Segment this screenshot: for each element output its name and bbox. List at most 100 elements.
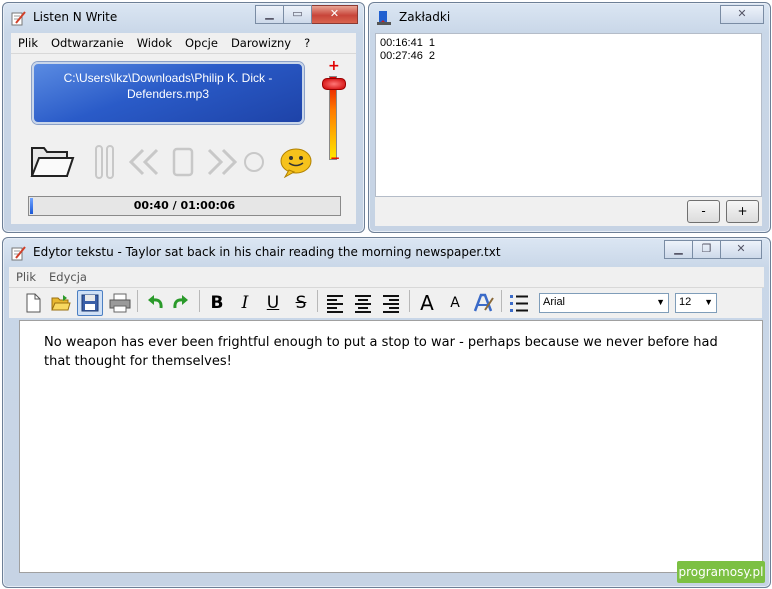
list-item[interactable]: 00:16:41 1 bbox=[376, 37, 761, 50]
restore-button[interactable]: ❐ bbox=[693, 240, 721, 259]
align-left-button[interactable] bbox=[323, 291, 347, 315]
stop-icon[interactable] bbox=[169, 146, 197, 178]
font-family-value: Arial bbox=[543, 296, 566, 308]
menu-darowizny[interactable]: Darowizny bbox=[224, 36, 297, 50]
open-file-button[interactable] bbox=[49, 291, 73, 315]
editor-menubar: Plik Edycja bbox=[9, 267, 764, 288]
align-left-icon bbox=[327, 295, 343, 313]
toolbar-separator bbox=[409, 290, 410, 312]
smiley-chat-icon[interactable] bbox=[279, 146, 313, 178]
font-size-select[interactable]: 12 ▼ bbox=[675, 293, 717, 313]
minimize-button[interactable]: ▁ bbox=[255, 5, 284, 24]
time-readout: 00:40 / 01:00:06 bbox=[133, 199, 236, 212]
player-titlebar[interactable]: Listen N Write ▁ ▭ ✕ bbox=[3, 3, 364, 31]
minimize-button[interactable]: ▁ bbox=[664, 240, 693, 259]
menu-plik[interactable]: Plik bbox=[9, 270, 42, 284]
bookmarks-close-button[interactable]: ✕ bbox=[720, 5, 764, 24]
shrink-font-button[interactable]: A bbox=[443, 295, 467, 311]
minimize-icon: ▁ bbox=[674, 242, 683, 255]
save-file-button[interactable] bbox=[77, 290, 103, 316]
open-folder-icon bbox=[51, 295, 71, 311]
maximize-button[interactable]: ▭ bbox=[284, 5, 312, 24]
align-right-button[interactable] bbox=[379, 291, 403, 315]
align-right-icon bbox=[383, 295, 399, 313]
text-editor-area[interactable]: No weapon has ever been frightful enough… bbox=[19, 320, 763, 573]
align-center-icon bbox=[355, 295, 371, 313]
bold-button[interactable]: B bbox=[205, 293, 229, 313]
font-family-select[interactable]: Arial ▼ bbox=[539, 293, 669, 313]
add-bookmark-button[interactable]: + bbox=[726, 200, 759, 223]
pause-icon[interactable] bbox=[93, 144, 117, 180]
file-display: C:\Users\lkz\Downloads\Philip K. Dick - … bbox=[32, 62, 304, 124]
notepad-pen-icon bbox=[11, 246, 26, 261]
file-path-line2: Defenders.mp3 bbox=[126, 87, 210, 101]
printer-icon bbox=[109, 293, 131, 313]
minimize-icon: ▁ bbox=[265, 7, 274, 20]
formatting-toolbar: B I U S A A Arial ▼ 12 ▼ bbox=[9, 288, 762, 318]
open-folder-icon[interactable] bbox=[29, 140, 75, 180]
rewind-icon[interactable] bbox=[127, 148, 163, 176]
restore-icon: ❐ bbox=[701, 242, 712, 255]
editor-window-buttons: ▁ ❐ ✕ bbox=[664, 240, 762, 259]
menu-edycja[interactable]: Edycja bbox=[42, 270, 93, 284]
list-item[interactable]: 00:27:46 2 bbox=[376, 50, 761, 63]
chevron-down-icon: ▼ bbox=[704, 297, 713, 307]
bookmarks-window-buttons: ✕ bbox=[720, 5, 764, 24]
player-menubar: Plik Odtwarzanie Widok Opcje Darowizny ? bbox=[11, 33, 356, 54]
chevron-down-icon: ▼ bbox=[656, 297, 665, 307]
new-file-button[interactable] bbox=[21, 291, 45, 315]
redo-button[interactable] bbox=[169, 291, 193, 315]
volume-thumb[interactable] bbox=[322, 78, 346, 90]
undo-icon bbox=[148, 295, 163, 309]
bookmarks-titlebar[interactable]: Zakładki ✕ bbox=[369, 3, 770, 31]
close-icon: ✕ bbox=[329, 7, 340, 20]
strikethrough-button[interactable]: S bbox=[289, 293, 313, 313]
print-button[interactable] bbox=[107, 291, 131, 315]
new-document-icon bbox=[26, 293, 41, 313]
close-button[interactable]: ✕ bbox=[721, 240, 762, 259]
menu-odtwarzanie[interactable]: Odtwarzanie bbox=[44, 36, 130, 50]
redo-icon bbox=[173, 295, 188, 309]
fast-forward-icon[interactable] bbox=[203, 148, 239, 176]
close-button[interactable]: ✕ bbox=[312, 5, 358, 24]
volume-minus-label: − bbox=[330, 151, 341, 165]
bookmarks-list[interactable]: 00:16:41 1 00:27:46 2 bbox=[375, 33, 762, 197]
menu-plik[interactable]: Plik bbox=[11, 36, 44, 50]
toolbar-separator bbox=[137, 290, 138, 312]
player-window: Listen N Write ▁ ▭ ✕ Plik Odtwarzanie Wi… bbox=[2, 2, 365, 233]
close-icon: ✕ bbox=[736, 242, 746, 255]
menu-widok[interactable]: Widok bbox=[130, 36, 178, 50]
save-disk-icon bbox=[81, 294, 99, 312]
bookmarks-panel: 00:16:41 1 00:27:46 2 - + bbox=[375, 33, 762, 226]
toolbar-separator bbox=[317, 290, 318, 312]
toolbar-separator bbox=[501, 290, 502, 312]
editor-window: Edytor tekstu - Taylor sat back in his c… bbox=[2, 237, 771, 588]
underline-button[interactable]: U bbox=[261, 293, 285, 313]
file-path-line1: C:\Users\lkz\Downloads\Philip K. Dick - bbox=[63, 71, 273, 85]
player-window-buttons: ▁ ▭ ✕ bbox=[255, 5, 358, 24]
align-center-button[interactable] bbox=[351, 291, 375, 315]
bullet-list-icon bbox=[510, 295, 528, 312]
toolbar-separator bbox=[199, 290, 200, 312]
maximize-icon: ▭ bbox=[292, 7, 303, 20]
menu-opcje[interactable]: Opcje bbox=[178, 36, 224, 50]
playback-progress[interactable]: 00:40 / 01:00:06 bbox=[28, 196, 341, 216]
text-color-button[interactable] bbox=[471, 290, 495, 314]
close-icon: ✕ bbox=[737, 7, 747, 20]
volume-plus-label: + bbox=[328, 58, 340, 74]
watermark: programosy.pl bbox=[677, 561, 765, 583]
italic-button[interactable]: I bbox=[233, 293, 257, 313]
record-icon[interactable] bbox=[243, 151, 265, 173]
bookmarks-window: Zakładki ✕ 00:16:41 1 00:27:46 2 - + bbox=[368, 2, 771, 233]
text-color-brush-icon bbox=[473, 293, 494, 312]
bullet-list-button[interactable] bbox=[507, 291, 531, 315]
editor-content[interactable]: No weapon has ever been frightful enough… bbox=[44, 333, 722, 371]
grow-font-button[interactable]: A bbox=[415, 291, 439, 315]
menu-help[interactable]: ? bbox=[297, 36, 316, 50]
player-title: Listen N Write bbox=[33, 10, 118, 24]
bookmark-icon bbox=[377, 11, 391, 25]
remove-bookmark-button[interactable]: - bbox=[687, 200, 720, 223]
bookmarks-title: Zakładki bbox=[399, 10, 451, 24]
undo-button[interactable] bbox=[143, 291, 167, 315]
editor-titlebar[interactable]: Edytor tekstu - Taylor sat back in his c… bbox=[3, 238, 770, 266]
